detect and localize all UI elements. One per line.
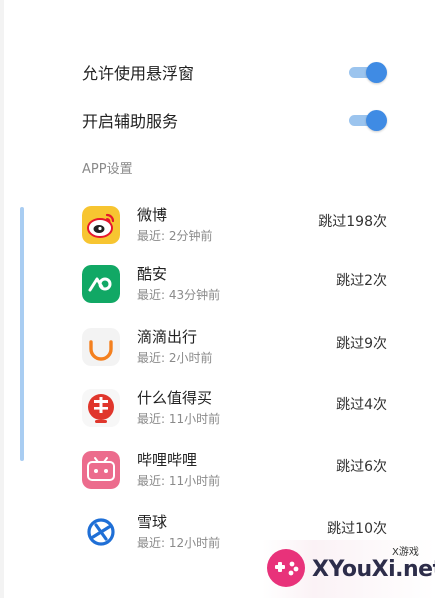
bilibili-icon <box>82 451 120 489</box>
floating-window-toggle[interactable] <box>349 61 387 83</box>
accessibility-toggle[interactable] <box>349 109 387 131</box>
toggle-knob <box>366 110 387 131</box>
app-last-time: 最近: 2小时前 <box>137 351 213 365</box>
left-edge <box>0 0 4 598</box>
app-last-time: 最近: 12小时前 <box>137 536 221 550</box>
setting-label-accessibility: 开启辅助服务 <box>82 112 179 131</box>
app-name: 微博 <box>137 206 168 224</box>
app-last-time: 最近: 11小时前 <box>137 474 221 488</box>
setting-label-floating-window: 允许使用悬浮窗 <box>82 64 195 83</box>
app-last-time: 最近: 2分钟前 <box>137 229 213 243</box>
app-skip-count: 跳过2次 <box>336 273 387 289</box>
app-row-coolapk[interactable]: 酷安 最近: 43分钟前 跳过2次 <box>82 263 387 307</box>
app-skip-count: 跳过10次 <box>327 521 387 537</box>
watermark-small-text: X游戏 <box>392 547 419 558</box>
app-name: 哔哩哔哩 <box>137 451 198 469</box>
setting-row-floating-window[interactable]: 允许使用悬浮窗 <box>82 57 387 87</box>
site-watermark: X游戏 XYouXi.net <box>262 540 435 598</box>
section-title-app-settings: APP设置 <box>82 162 133 177</box>
setting-row-accessibility[interactable]: 开启辅助服务 <box>82 105 387 135</box>
watermark-text: XYouXi.net <box>312 557 435 582</box>
app-name: 酷安 <box>137 265 168 283</box>
weibo-icon <box>82 206 120 244</box>
app-skip-count: 跳过198次 <box>318 214 387 230</box>
app-last-time: 最近: 11小时前 <box>137 412 221 426</box>
app-skip-count: 跳过4次 <box>336 397 387 413</box>
app-name: 滴滴出行 <box>137 328 198 346</box>
app-row-bilibili[interactable]: 哔哩哔哩 最近: 11小时前 跳过6次 <box>82 449 387 493</box>
app-skip-count: 跳过9次 <box>336 336 387 352</box>
gamepad-logo-icon <box>264 546 308 590</box>
app-last-time: 最近: 43分钟前 <box>137 288 221 302</box>
scroll-indicator[interactable] <box>20 207 24 461</box>
app-row-smzdm[interactable]: 什么值得买 最近: 11小时前 跳过4次 <box>82 387 387 431</box>
app-skip-count: 跳过6次 <box>336 459 387 475</box>
app-row-weibo[interactable]: 微博 最近: 2分钟前 跳过198次 <box>82 204 387 248</box>
smzdm-icon <box>82 389 120 427</box>
app-name: 雪球 <box>137 513 168 531</box>
didi-icon <box>82 328 120 366</box>
app-name: 什么值得买 <box>137 389 213 407</box>
xueqiu-icon <box>82 513 120 551</box>
coolapk-icon <box>82 265 120 303</box>
toggle-knob <box>366 62 387 83</box>
app-row-didi[interactable]: 滴滴出行 最近: 2小时前 跳过9次 <box>82 326 387 370</box>
